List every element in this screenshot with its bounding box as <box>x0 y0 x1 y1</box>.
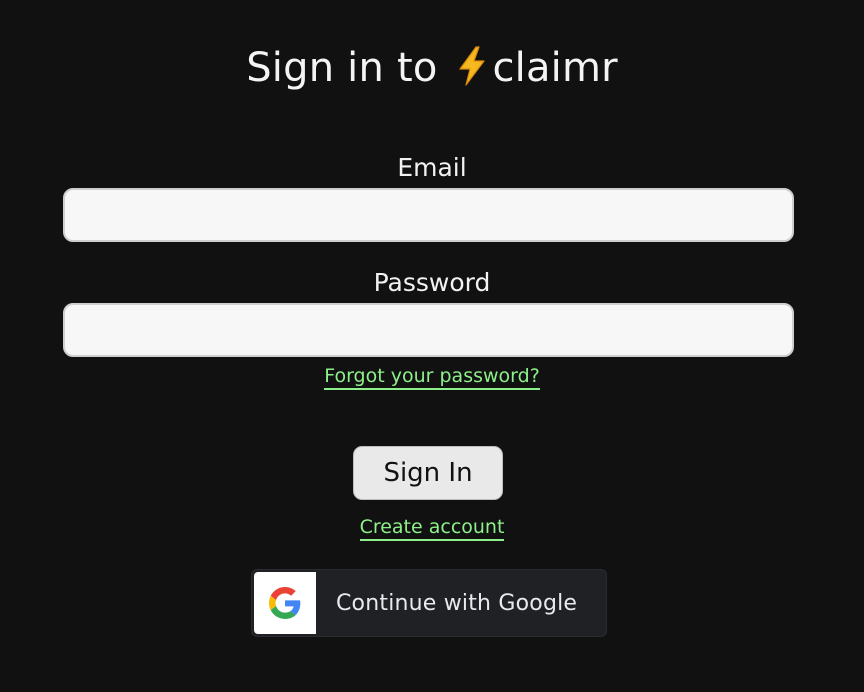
lightning-bolt-icon <box>459 46 486 86</box>
sign-in-page: Sign in to claimr Email Password Forgot … <box>0 0 864 692</box>
email-field[interactable] <box>63 188 794 242</box>
page-title: Sign in to claimr <box>0 42 864 94</box>
forgot-password-row: Forgot your password? <box>0 364 864 390</box>
brand-name: claimr <box>492 45 618 91</box>
forgot-password-link[interactable]: Forgot your password? <box>324 365 540 390</box>
email-label: Email <box>397 153 467 182</box>
title-prefix: Sign in to <box>246 45 438 91</box>
sign-in-button[interactable]: Sign In <box>353 446 503 500</box>
google-g-icon <box>269 587 301 619</box>
password-field[interactable] <box>63 303 794 357</box>
continue-with-google-button[interactable]: Continue with Google <box>251 569 607 637</box>
create-account-row: Create account <box>0 515 864 541</box>
google-button-label: Continue with Google <box>336 590 578 616</box>
password-label: Password <box>373 268 491 297</box>
google-logo-box <box>254 572 316 634</box>
create-account-link[interactable]: Create account <box>359 516 505 541</box>
